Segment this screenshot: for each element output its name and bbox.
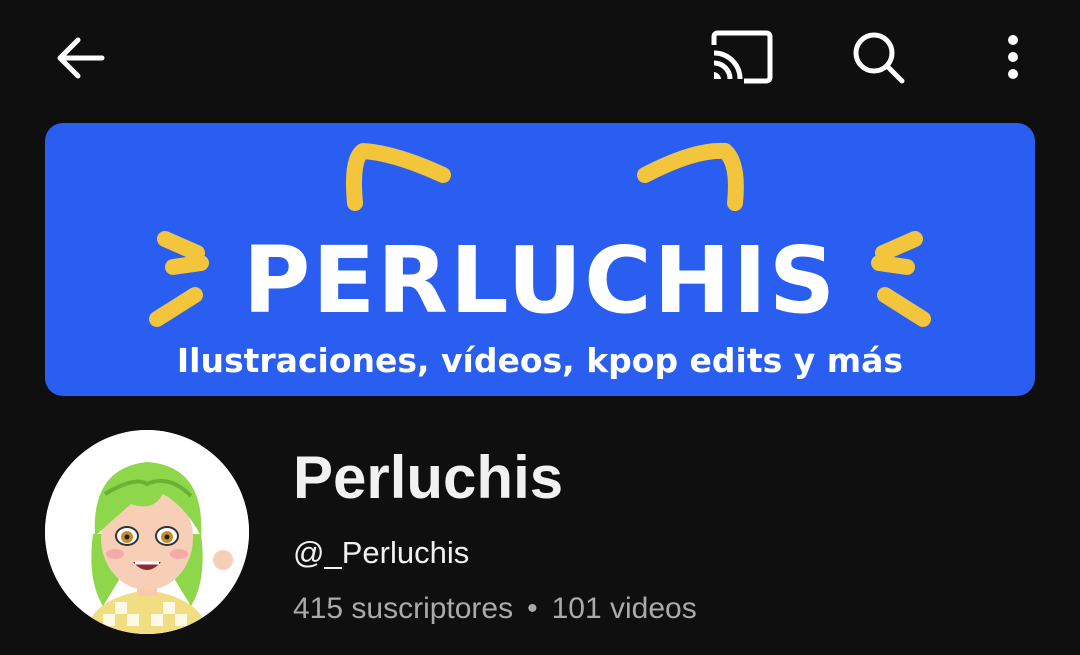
banner-title: PERLUCHIS [242,227,838,334]
back-button[interactable] [40,26,120,90]
stats-separator: • [527,592,538,625]
more-options-button[interactable] [985,22,1041,92]
cast-icon [711,30,773,84]
app-header [0,0,1080,115]
more-vertical-icon [1008,35,1018,79]
subscriber-count: 415 suscriptores [293,592,514,625]
channel-handle: @_Perluchis [293,535,470,570]
channel-name: Perluchis [293,444,564,511]
banner-subtitle: Ilustraciones, vídeos, kpop edits y más [176,341,904,380]
avatar-illustration [45,430,249,634]
channel-stats: 415 suscriptores • 101 videos [293,587,697,631]
channel-banner[interactable]: PERLUCHIS Ilustraciones, vídeos, kpop ed… [45,123,1035,396]
search-button[interactable] [840,22,916,92]
arrow-left-icon [57,37,105,79]
channel-avatar[interactable] [45,430,249,634]
video-count: 101 videos [551,592,697,625]
search-icon [853,32,905,84]
cast-button[interactable] [700,22,784,92]
